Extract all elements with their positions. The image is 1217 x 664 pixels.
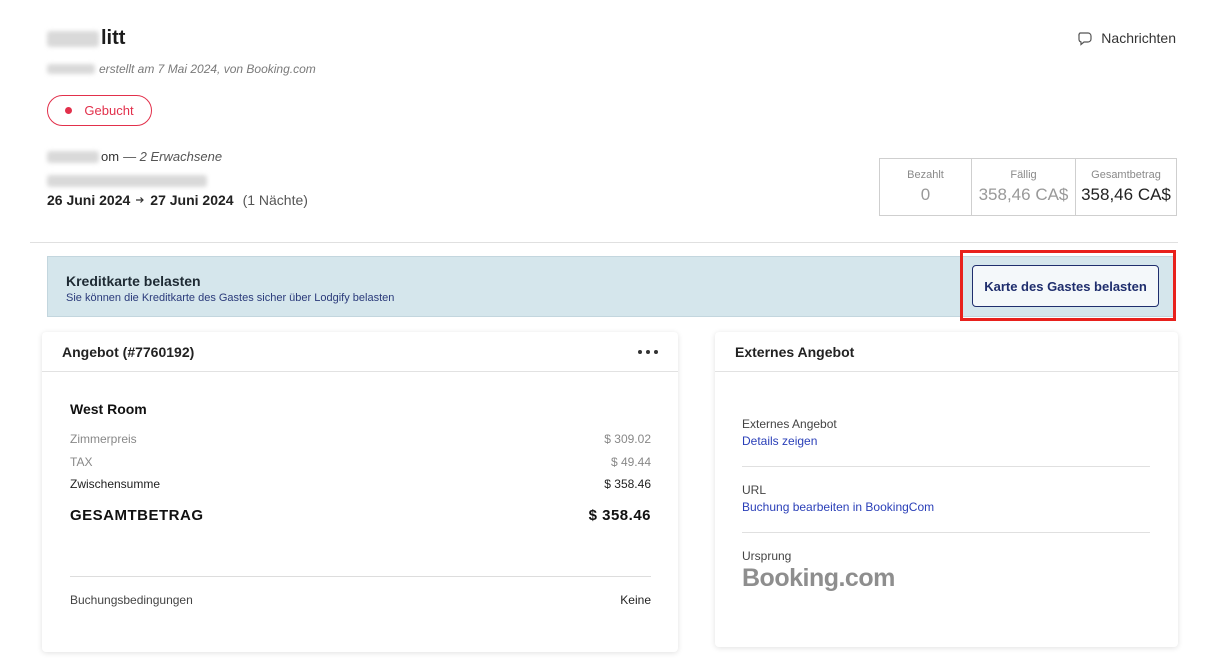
redacted-rental [47, 150, 99, 163]
subtotal-value: $ 358.46 [604, 477, 651, 491]
origin-block: Ursprung Booking.com [742, 549, 1150, 593]
charge-guest-card-button[interactable]: Karte des Gastes belasten [972, 265, 1159, 307]
status-label: Gebucht [84, 103, 134, 118]
chat-bubble-icon [1078, 32, 1092, 46]
divider [30, 242, 1178, 243]
arrow-right-icon [136, 197, 145, 203]
divider [742, 532, 1150, 533]
created-text: erstellt am 7 Mai 2024, von Booking.com [99, 62, 316, 76]
offer-title: Angebot (#7760192) [62, 343, 195, 360]
grand-total-label: GESAMTBETRAG [70, 507, 204, 524]
subtotal-label: Zwischensumme [70, 477, 161, 491]
offer-card-header: Angebot (#7760192) [42, 332, 678, 372]
divider [70, 576, 651, 577]
guest-name: litt [47, 27, 125, 50]
price-row-label: Zimmerpreis [70, 432, 137, 446]
created-info: erstellt am 7 Mai 2024, von Booking.com [47, 62, 316, 76]
total-label: Gesamtbetrag [1091, 169, 1161, 181]
external-offer-block: Externes Angebot Details zeigen [742, 417, 1150, 448]
external-card-header: Externes Angebot [715, 332, 1178, 372]
guest-count: — 2 Erwachsene [123, 149, 223, 164]
conditions-row: Buchungsbedingungen Keine [70, 593, 651, 607]
messages-link[interactable]: Nachrichten [1077, 30, 1176, 46]
paid-cell: Bezahlt 0 [880, 159, 972, 215]
price-row: Zimmerpreis $ 309.02 [70, 432, 651, 446]
guest-name-suffix: litt [101, 27, 126, 49]
redacted-booking-id [47, 64, 95, 74]
external-title: Externes Angebot [735, 343, 855, 360]
booking-com-logo: Booking.com [742, 564, 895, 592]
banner-subtitle: Sie können die Kreditkarte des Gastes si… [66, 292, 395, 304]
date-to: 27 Juni 2024 [150, 192, 234, 208]
offer-card: Angebot (#7760192) West Room Zimmerpreis… [42, 332, 678, 652]
price-row-value: $ 49.44 [610, 455, 651, 469]
address-line [47, 172, 207, 190]
total-cell: Gesamtbetrag 358,46 CA$ [1076, 159, 1176, 215]
external-offer-card: Externes Angebot Externes Angebot Detail… [715, 332, 1178, 647]
grand-total-row: GESAMTBETRAG $ 358.46 [70, 507, 651, 524]
subtotal-row: Zwischensumme $ 358.46 [70, 477, 651, 491]
payment-summary: Bezahlt 0 Fällig 358,46 CA$ Gesamtbetrag… [879, 158, 1177, 216]
status-badge: Gebucht [47, 95, 152, 126]
conditions-value: Keine [620, 593, 651, 607]
edit-booking-link[interactable]: Buchung bearbeiten in BookingCom [742, 500, 1150, 514]
external-offer-label: Externes Angebot [742, 417, 837, 431]
nights-count: (1 Nächte) [242, 192, 308, 208]
banner-title: Kreditkarte belasten [66, 273, 201, 289]
grand-total-value: $ 358.46 [588, 507, 651, 524]
paid-label: Bezahlt [907, 169, 944, 181]
price-row: TAX $ 49.44 [70, 455, 651, 469]
due-cell: Fällig 358,46 CA$ [972, 159, 1076, 215]
room-name: West Room [70, 401, 147, 417]
redacted-address [47, 174, 207, 187]
due-label: Fällig [1010, 169, 1037, 181]
url-block: URL Buchung bearbeiten in BookingCom [742, 483, 1150, 514]
price-row-label: TAX [70, 455, 93, 469]
more-options-icon[interactable] [638, 346, 658, 358]
url-label: URL [742, 483, 767, 497]
status-dot-icon [65, 107, 73, 114]
price-row-value: $ 309.02 [604, 432, 651, 446]
paid-value: 0 [920, 185, 931, 204]
due-value: 358,46 CA$ [978, 185, 1069, 204]
stay-dates: 26 Juni 2024 27 Juni 2024 (1 Nächte) [47, 192, 308, 208]
rental-suffix: om [101, 149, 120, 164]
show-details-link[interactable]: Details zeigen [742, 434, 1150, 448]
redacted-name [47, 30, 99, 47]
messages-label: Nachrichten [1101, 30, 1176, 46]
rental-line: om — 2 Erwachsene [47, 149, 222, 164]
date-from: 26 Juni 2024 [47, 192, 131, 208]
conditions-label: Buchungsbedingungen [70, 593, 193, 607]
total-value: 358,46 CA$ [1081, 185, 1171, 204]
divider [742, 466, 1150, 467]
origin-label: Ursprung [742, 549, 792, 563]
